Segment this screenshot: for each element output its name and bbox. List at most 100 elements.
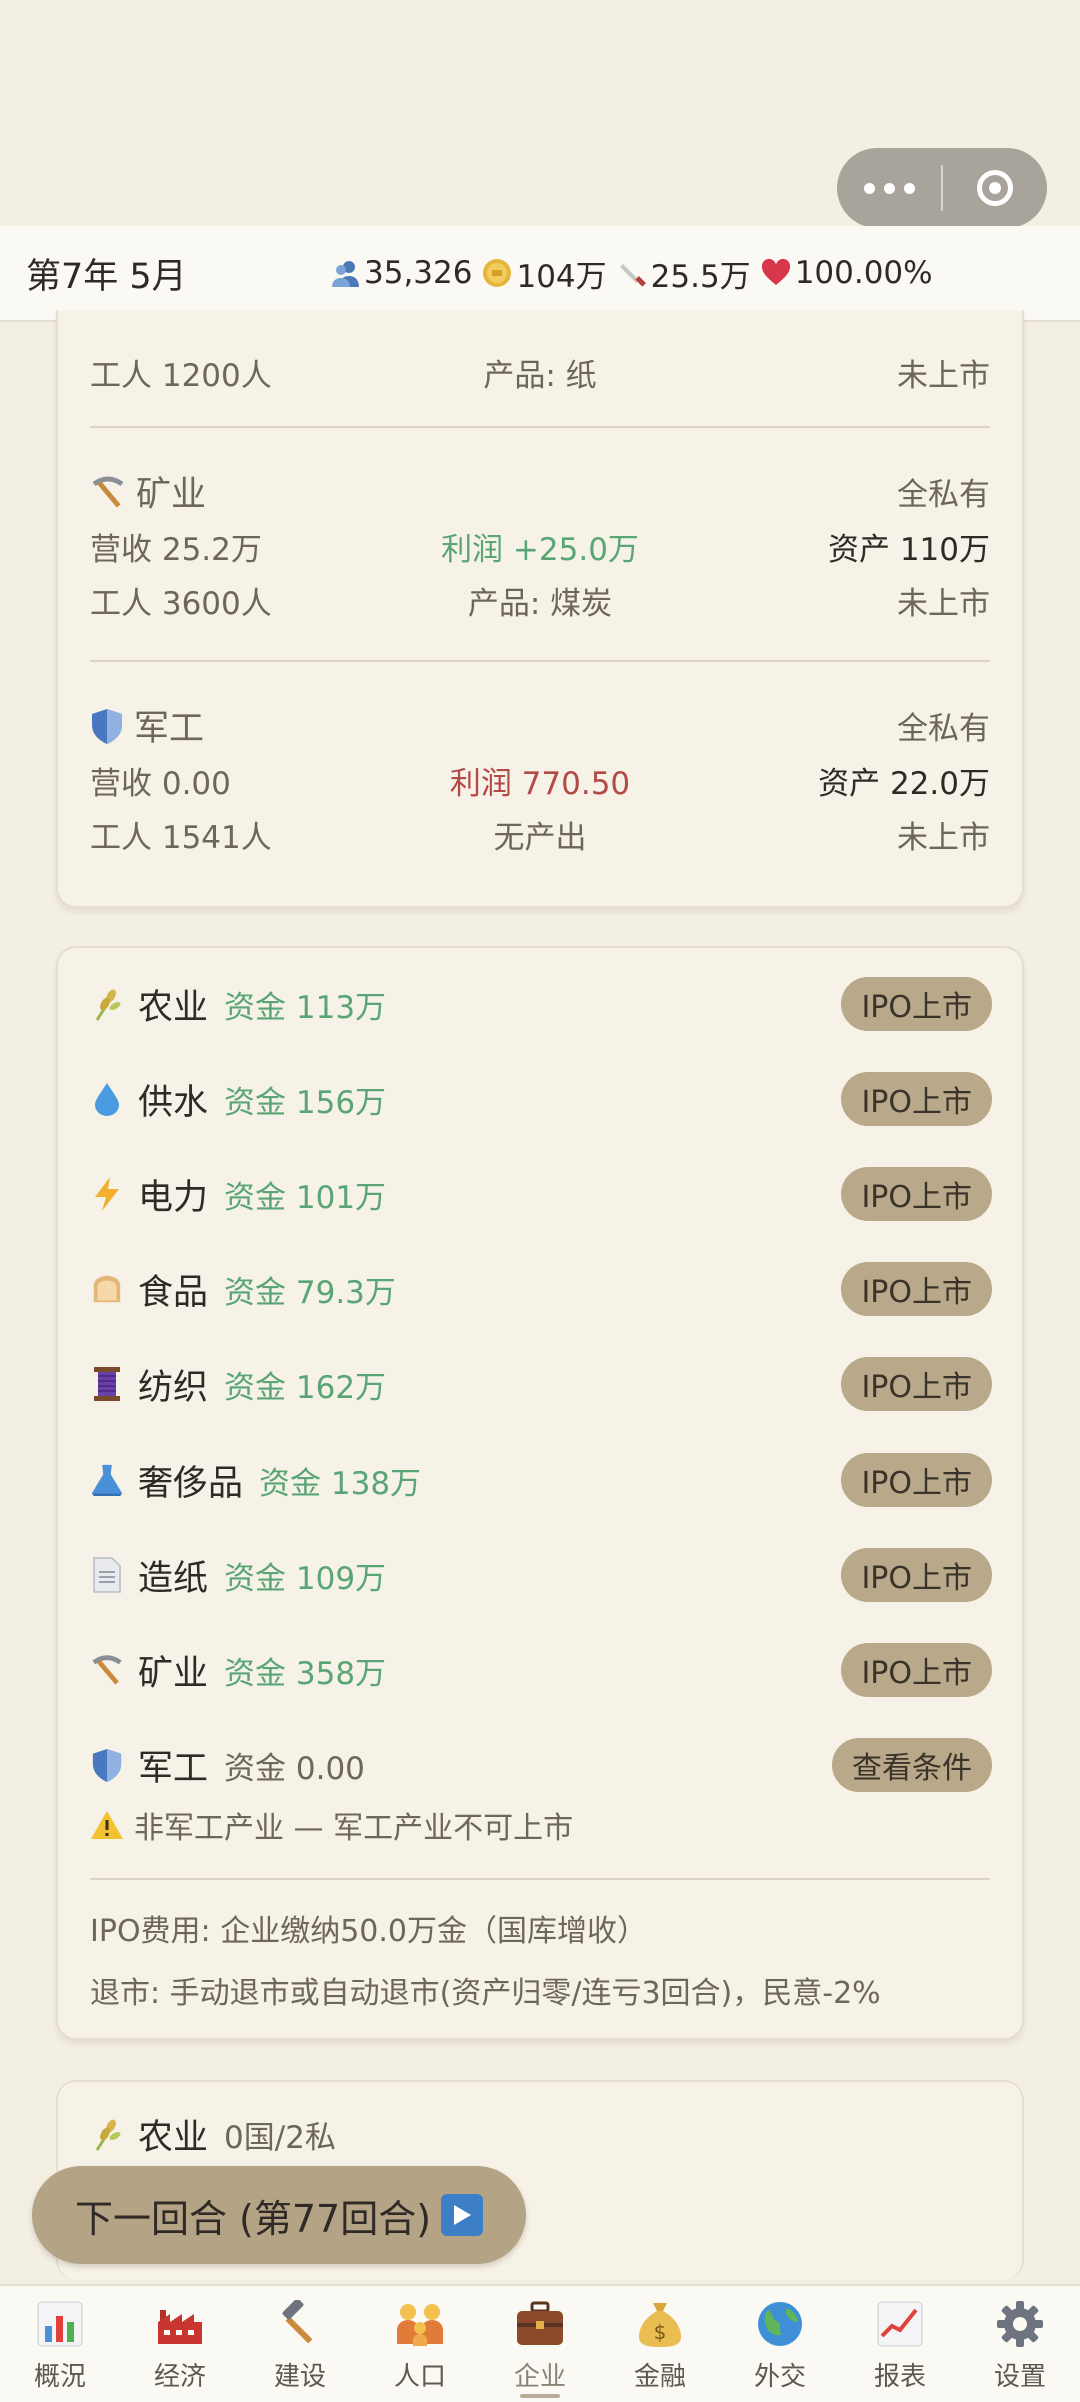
fund-value: 资金 358万 [224, 1655, 387, 1692]
fund-value: 资金 79.3万 [224, 1274, 396, 1311]
ipo-button[interactable]: IPO上市 [841, 1262, 992, 1316]
play-icon [441, 2194, 484, 2236]
tab-reports[interactable]: 报表 [840, 2286, 960, 2402]
bottom-tab-bar: 概況 经济 建设 人口 企业 $ 金融 外交 报表 设置 [0, 2284, 1080, 2402]
revenue-value: 营收 0.00 [90, 766, 231, 802]
product-label: 产品: 煤炭 [467, 586, 613, 622]
family-icon [393, 2296, 447, 2352]
next-turn-label: 下一回合 (第77回合) [74, 2196, 432, 2241]
shield-icon [90, 1745, 124, 1785]
warning-icon [90, 1810, 124, 1840]
pickaxe-icon [90, 1650, 124, 1690]
tab-label: 企业 [513, 2362, 566, 2392]
ipo-button[interactable]: IPO上市 [841, 1453, 992, 1507]
ownership-count: 0国/2私 [224, 2119, 336, 2156]
tab-population[interactable]: 人口 [360, 2286, 480, 2402]
ipo-row-paper: 造纸 资金 109万 IPO上市 [90, 1545, 992, 1605]
mining-workforce: 工人 3600人 产品: 煤炭 未上市 [90, 578, 990, 623]
industry-name: 矿业 [136, 475, 207, 515]
profit-value: 利润 770.50 [449, 766, 631, 802]
mining-header: 矿业 全私有 [90, 466, 990, 517]
fund-value: 资金 0.00 [224, 1750, 365, 1787]
ipo-button[interactable]: IPO上市 [841, 977, 992, 1031]
revenue-value: 营收 25.2万 [90, 532, 262, 568]
product-label: 产品: 纸 [483, 358, 597, 394]
ipo-button[interactable]: IPO上市 [841, 1167, 992, 1221]
workers-count: 工人 3600人 [90, 586, 272, 622]
people-icon [330, 258, 360, 288]
coin-icon [482, 258, 512, 288]
briefcase-icon [515, 2296, 565, 2352]
assets-value: 资产 22.0万 [818, 766, 990, 802]
mining-financials: 营收 25.2万 利润 +25.0万 资产 110万 [90, 524, 990, 569]
profit-value: 利润 +25.0万 [441, 532, 639, 568]
tab-label: 建设 [273, 2362, 326, 2392]
tab-finance[interactable]: $ 金融 [600, 2286, 720, 2402]
divider [90, 1878, 990, 1880]
water-drop-icon [90, 1079, 124, 1119]
industry-name: 造纸 [138, 1558, 209, 1599]
ipo-button[interactable]: IPO上市 [841, 1643, 992, 1697]
tab-diplomacy[interactable]: 外交 [720, 2286, 840, 2402]
mini-program-capsule [837, 148, 1047, 228]
industry-name: 农业 [138, 987, 209, 1028]
population-value: 35,326 [364, 255, 473, 291]
fund-value: 资金 156万 [224, 1084, 387, 1121]
tab-build[interactable]: 建设 [240, 2286, 360, 2402]
industry-name: 矿业 [138, 1653, 209, 1694]
ownership-status: 全私有 [897, 711, 990, 747]
ipo-row-textile: 纺织 资金 162万 IPO上市 [90, 1354, 992, 1414]
military-value: 25.5万 [650, 258, 751, 295]
military-financials: 营收 0.00 利润 770.50 资产 22.0万 [90, 758, 990, 803]
ipo-row-food: 食品 资金 79.3万 IPO上市 [90, 1259, 992, 1319]
shield-icon [90, 707, 124, 745]
dagger-icon [617, 258, 647, 288]
product-label: 无产出 [493, 820, 587, 856]
ownership-status: 全私有 [897, 477, 990, 513]
divider [90, 426, 990, 428]
tab-overview[interactable]: 概況 [0, 2286, 120, 2402]
tab-economy[interactable]: 经济 [120, 2286, 240, 2402]
tab-enterprise[interactable]: 企业 [480, 2286, 600, 2402]
population-stat: 35,326 [330, 255, 472, 291]
divider [90, 660, 990, 662]
next-turn-button[interactable]: 下一回合 (第77回合) [32, 2166, 526, 2264]
tab-label: 人口 [393, 2362, 446, 2392]
tab-settings[interactable]: 设置 [960, 2286, 1080, 2402]
status-bar: 第7年 5月 35,326 104万 25.5万 100.00% [0, 226, 1080, 322]
workers-count: 工人 1541人 [90, 820, 272, 856]
wheat-icon [90, 2114, 124, 2154]
pickaxe-icon [90, 474, 126, 510]
lightning-icon [90, 1174, 124, 1214]
gold-stat: 104万 [482, 251, 607, 296]
ipo-row-water: 供水 资金 156万 IPO上市 [90, 1069, 992, 1129]
ipo-row-power: 电力 资金 101万 IPO上市 [90, 1164, 992, 1224]
military-stat: 25.5万 [617, 251, 751, 296]
heart-icon [761, 258, 791, 288]
assets-value: 资产 110万 [827, 532, 990, 568]
tab-label: 设置 [993, 2362, 1046, 2392]
ipo-button[interactable]: IPO上市 [841, 1357, 992, 1411]
industry-name: 纺织 [138, 1367, 209, 1408]
bar-chart-icon [36, 2296, 84, 2352]
globe-icon [756, 2296, 804, 2352]
ipo-button[interactable]: IPO上市 [841, 1072, 992, 1126]
ipo-row-luxury: 奢侈品 资金 138万 IPO上市 [90, 1450, 992, 1510]
military-header: 军工 全私有 [90, 700, 990, 751]
factory-icon [156, 2296, 204, 2352]
document-icon [90, 1555, 124, 1595]
view-conditions-button[interactable]: 查看条件 [832, 1738, 992, 1792]
ipo-button[interactable]: IPO上市 [841, 1548, 992, 1602]
line-chart-icon [876, 2296, 924, 2352]
industry-name: 食品 [138, 1272, 209, 1313]
military-workforce: 工人 1541人 无产出 未上市 [90, 812, 990, 857]
industry-name: 供水 [138, 1082, 209, 1123]
target-circle-icon[interactable] [943, 148, 1047, 228]
listing-status: 未上市 [897, 358, 990, 394]
more-dots-icon[interactable] [837, 148, 941, 228]
tab-label: 报表 [873, 2362, 926, 2392]
enterprise-details-card: 工人 1200人 产品: 纸 未上市 矿业 全私有 营收 25.2万 利润 +2… [56, 310, 1024, 908]
listing-status: 未上市 [897, 586, 990, 622]
listing-status: 未上市 [897, 820, 990, 856]
fund-value: 资金 162万 [224, 1369, 387, 1406]
